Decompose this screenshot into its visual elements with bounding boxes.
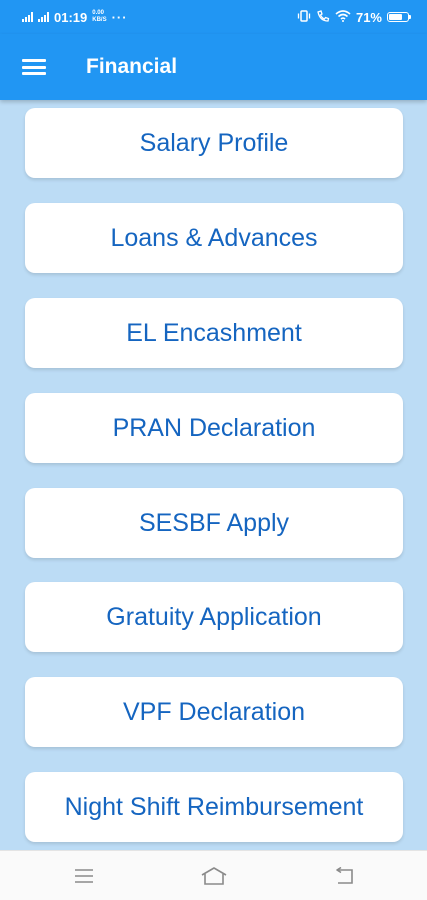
net-speed-unit: KB/S [92,17,107,23]
battery-fill [389,14,402,20]
back-icon[interactable] [329,863,359,889]
app-bar: Financial [0,34,427,100]
net-speed: 0.00 KB/S [92,10,106,24]
home-icon[interactable] [199,863,229,889]
menu-item-pran-declaration[interactable]: PRAN Declaration [25,393,403,463]
menu-item-label: VPF Declaration [122,697,306,726]
menu-item-loans-advances[interactable]: Loans & Advances [25,203,403,273]
menu-item-label: Loans & Advances [110,223,318,252]
menu-item-el-encashment[interactable]: EL Encashment [25,298,403,368]
status-right: 71% [297,10,411,25]
hamburger-menu-icon[interactable] [22,57,46,77]
call-icon [316,9,330,25]
wifi-icon [335,9,351,25]
menu-item-label: EL Encashment [126,318,302,347]
menu-item-label: Gratuity Application [106,602,322,631]
battery-tip [409,15,411,19]
status-time: 01:19 [54,9,88,25]
status-left: 01:19 0.00 KB/S ··· [22,10,128,25]
net-speed-value: 0.00 [92,10,104,16]
signal-icon [22,12,33,22]
menu-item-label: SESBF Apply [138,508,290,537]
signal-icon-2 [38,12,49,22]
page-title: Financial [86,55,178,78]
menu-item-night-shift-reimbursement[interactable]: Night Shift Reimbursement [25,772,403,842]
menu-item-label: Salary Profile [139,128,289,157]
system-navigation-bar [0,850,427,900]
recent-apps-icon[interactable] [69,863,99,889]
financial-menu-list: Salary Profile Loans & Advances EL Encas… [0,100,427,850]
menu-item-salary-profile[interactable]: Salary Profile [25,108,403,178]
menu-item-sesbf-apply[interactable]: SESBF Apply [25,488,403,558]
menu-item-label: PRAN Declaration [112,413,316,442]
more-notifications-icon: ··· [111,9,128,25]
vibrate-icon [297,9,311,25]
menu-item-vpf-declaration[interactable]: VPF Declaration [25,677,403,747]
battery-icon [387,12,411,22]
battery-percent: 71% [355,9,382,25]
menu-item-label: Night Shift Reimbursement [64,792,364,821]
menu-item-gratuity-application[interactable]: Gratuity Application [25,582,403,652]
battery-body [387,12,409,22]
status-bar: 01:19 0.00 KB/S ··· 71% [0,0,427,34]
